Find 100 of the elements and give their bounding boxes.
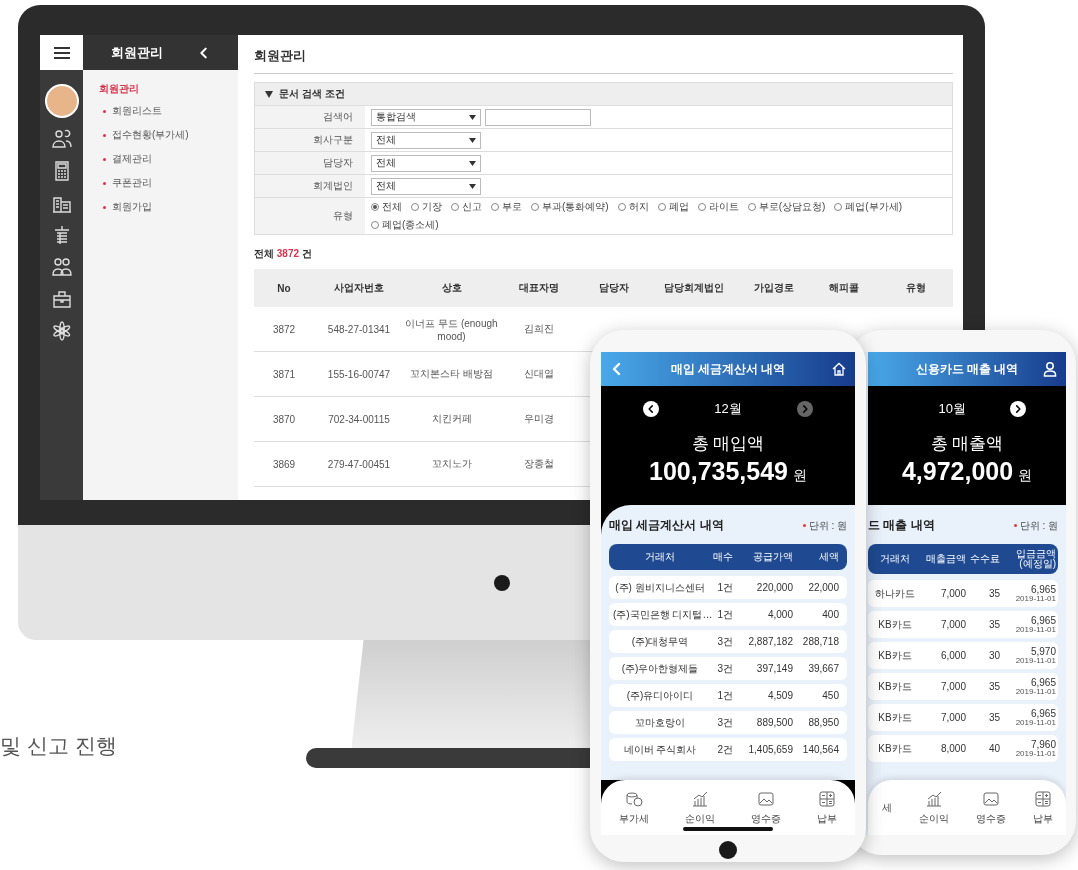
column-header: 상호 [440,281,463,295]
nav-tab[interactable]: 순이익 [685,789,715,826]
list-row[interactable]: 꼬마호랑이 3건 889,500 88,950 [609,711,847,734]
table-cell-text: 장종철 [523,457,555,471]
sidebar-item[interactable]: 쿠폰관리 [112,176,152,190]
row-cell-text: 7,000 [939,681,966,692]
list-row[interactable]: KB카드 7,000 35 6,965 2019-11-01 [868,704,1058,731]
dropdown[interactable]: 전체 [371,177,481,195]
row-cell: 6,965 [1030,708,1056,719]
field-label: 회사구분 [255,129,365,151]
nav-tab[interactable]: 부가세 [619,789,649,826]
tagline: 및 신고 진행 [0,733,117,759]
column-header: 담당자 [598,281,630,295]
table-cell: 이너프 무드 (enough mood) [404,316,499,342]
radio-label[interactable]: 폐업 [668,200,689,214]
row-cell-text: 35 [987,712,1000,723]
row-cell-text: 39,667 [807,663,839,674]
deposit-date: 2019-11-01 [1015,625,1056,634]
radio-label[interactable]: 부로 [502,200,522,214]
deposit-date: 2019-11-01 [1015,656,1056,665]
list-row[interactable]: (주)국민은행 디지털… 1건 4,000 400 [609,603,847,626]
row-cell-text: 네이버 주식회사 [622,742,698,757]
row-cell-text: 2,887,182 [747,636,793,647]
nav-tab[interactable]: 납부 [1032,789,1053,826]
row-cell-text: 꼬마호랑이 [634,715,686,730]
table-cell-text: 치킨커페 [430,412,473,426]
row-cell-text: 4,509 [766,690,793,701]
list-row[interactable]: KB카드 7,000 35 6,965 2019-11-01 [868,611,1058,638]
radio-label[interactable]: 허지 [628,200,649,214]
list-row[interactable]: KB카드 8,000 40 7,960 2019-11-01 [868,735,1058,762]
row-cell-text: (주)우아한형제들 [620,661,700,676]
list-row[interactable]: (주)유디아이디 1건 4,509 450 [609,684,847,707]
table-cell-text: 3869 [271,458,297,470]
list-row[interactable]: KB카드 6,000 30 5,970 2019-11-01 [868,642,1058,669]
row-cell-text: 1건 [716,580,733,595]
radio-label[interactable]: 폐업(부가세) [845,200,902,214]
row-cell: 6,965 [1030,584,1056,595]
deposit-date: 2019-11-01 [1015,718,1056,727]
row-cell-text: 35 [987,588,1000,599]
radio-label[interactable]: 전체 [382,200,402,214]
list-row[interactable]: (주)대청무역 3건 2,887,182 288,718 [609,630,847,653]
row-cell: 7,960 [1030,739,1056,750]
radio-label[interactable]: 부과(통화예약) [542,200,609,214]
dropdown[interactable]: 전체 [371,131,481,149]
row-cell-text: 3건 [716,661,733,676]
row-cell-text: 35 [987,681,1000,692]
nav-tab[interactable]: 영수증 [975,789,1006,826]
column-header: 가입경로 [753,281,795,295]
row-cell-text: 397,149 [755,663,793,674]
row-cell: 6,965 [1030,615,1056,626]
nav-tab[interactable]: 세 [881,800,892,815]
sidebar-title: 회원관리 [110,43,163,62]
list-row[interactable]: 하나카드 7,000 35 6,965 2019-11-01 [868,580,1058,607]
month-label: 10월 [938,400,966,418]
nav-tab[interactable]: 영수증 [751,789,781,826]
column-header: 세액 [818,550,839,564]
currency-unit: 원 [793,467,807,485]
unit-note: 단위 : 원 [1019,518,1058,533]
sidebar-section: 회원관리 [99,82,238,96]
row-cell-text: KB카드 [877,679,913,694]
table-cell-text: 신대열 [523,367,555,381]
table-cell-text: 548-27-01341 [326,323,392,335]
row-cell-text: 140,564 [801,744,839,755]
row-cell-text: 1,405,659 [747,744,793,755]
radio-label[interactable]: 신고 [462,200,482,214]
row-cell-text: 35 [987,619,1000,630]
list-row[interactable]: 네이버 주식회사 2건 1,405,659 140,564 [609,738,847,761]
field-label: 회계법인 [255,175,365,197]
column-header: 입금금액 (예정일) [1015,548,1056,570]
column-header: 수수료 [970,553,1000,565]
result-count: 전체 3872 건 [254,247,313,261]
dropdown[interactable]: 전체 [371,154,481,172]
radio-label[interactable]: 부로(상담요청) [758,200,826,214]
deposit-date: 2019-11-01 [1015,749,1056,758]
table-cell-text: 꼬치본스타 배방점 [409,367,494,381]
radio-label[interactable]: 라이트 [708,200,739,214]
table-cell-text: 꼬치노가 [430,457,473,471]
radio-label[interactable]: 폐업(종소세) [382,218,439,232]
radio-label[interactable]: 기장 [422,200,442,214]
column-header: 유형 [905,281,927,295]
row-cell-text: 220,000 [755,582,793,593]
list-row[interactable]: (주)우아한형제들 3건 397,149 39,667 [609,657,847,680]
sidebar-item[interactable]: 결제관리 [112,152,152,166]
sidebar-item[interactable]: 회원가입 [112,200,152,214]
row-cell-text: 22,000 [807,582,839,593]
nav-tab[interactable]: 순이익 [918,789,949,826]
row-cell-text: 30 [987,650,1000,661]
dropdown[interactable]: 통합검색 [371,108,481,126]
list-row[interactable]: (주) 원비지니스센터 1건 220,000 22,000 [609,576,847,599]
total-amount: 100,735,549 [649,457,788,486]
row-cell-text: KB카드 [877,648,913,663]
sidebar-item[interactable]: 접수현황(부가세) [112,128,189,142]
list-row[interactable]: KB카드 7,000 35 6,965 2019-11-01 [868,673,1058,700]
column-header: 해피콜 [828,281,860,295]
nav-tab[interactable]: 납부 [817,789,837,826]
field-label: 유형 [255,198,365,234]
total-amount: 4,972,000 [901,457,1014,486]
column-header: 담당회계법인 [663,281,725,295]
sidebar-item[interactable]: 회원리스트 [112,104,162,118]
row-cell-text: 1건 [716,607,733,622]
